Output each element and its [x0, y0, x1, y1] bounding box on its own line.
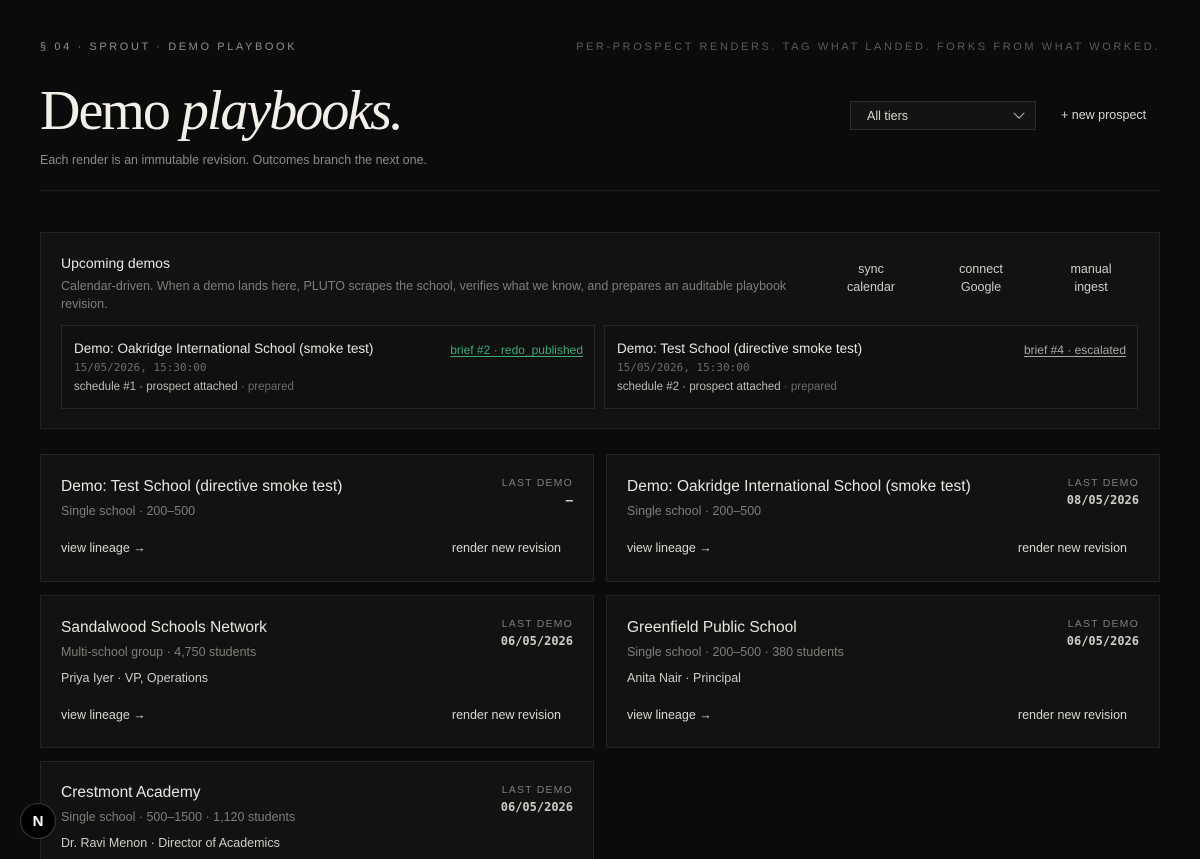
prospect-name: Demo: Test School (directive smoke test)	[61, 478, 343, 495]
last-demo: LAST DEMO –	[502, 477, 573, 507]
prospect-card: Demo: Test School (directive smoke test)…	[40, 454, 594, 582]
tier-filter-value: All tiers	[867, 108, 908, 123]
connect-google-button[interactable]: connect Google	[936, 260, 1026, 296]
demo-title: Demo: Oakridge International School (smo…	[74, 341, 374, 356]
manual-ingest-line2: ingest	[1074, 280, 1108, 294]
upcoming-demos-description: Calendar-driven. When a demo lands here,…	[61, 279, 787, 311]
last-demo: LAST DEMO 06/05/2026	[501, 784, 573, 814]
prospect-card: Demo: Oakridge International School (smo…	[606, 454, 1160, 582]
demo-status: · prepared	[780, 381, 837, 393]
last-demo-date: 08/05/2026	[1066, 493, 1139, 507]
prospect-subtitle: Multi-school group · 4,750 students	[61, 645, 257, 659]
last-demo-date: –	[565, 493, 573, 507]
render-new-revision-button[interactable]: render new revision	[1018, 541, 1127, 555]
chevron-down-icon	[1013, 107, 1025, 119]
last-demo-label: LAST DEMO	[501, 477, 573, 489]
prospect-name: Demo: Oakridge International School (smo…	[627, 478, 971, 495]
brief-link[interactable]: brief #2 · redo_published	[450, 343, 583, 357]
last-demo-date: 06/05/2026	[1066, 634, 1139, 648]
prospect-card: Crestmont Academy Single school · 500–15…	[40, 761, 594, 859]
demo-schedule: schedule #1 · prospect attached	[74, 381, 238, 393]
section-eyebrow: § 04 · SPROUT · DEMO PLAYBOOK	[40, 41, 298, 53]
prospect-name: Sandalwood Schools Network	[61, 619, 267, 636]
prospect-card: Sandalwood Schools Network Multi-school …	[40, 595, 594, 748]
view-lineage-link[interactable]: view lineage →	[627, 541, 712, 555]
prospect-contact: Priya Iyer · VP, Operations	[61, 671, 209, 685]
upcoming-demo-card: Demo: Oakridge International School (smo…	[61, 325, 595, 409]
upcoming-demos-title: Upcoming demos	[61, 255, 170, 271]
prospect-contact: Anita Nair · Principal	[627, 671, 741, 685]
last-demo-label: LAST DEMO	[501, 784, 573, 796]
prospect-name: Greenfield Public School	[627, 619, 797, 636]
upcoming-demos-panel: Upcoming demos Calendar-driven. When a d…	[40, 232, 1160, 429]
new-prospect-button[interactable]: + new prospect	[1061, 108, 1146, 122]
sync-calendar-line1: sync	[858, 262, 884, 276]
last-demo-label: LAST DEMO	[1067, 477, 1139, 489]
prospect-contact: Dr. Ravi Menon · Director of Academics	[61, 836, 280, 850]
page-title-italic: playbooks.	[180, 80, 404, 142]
demo-time: 15/05/2026, 15:30:00	[74, 361, 207, 374]
demo-meta: schedule #2 · prospect attached · prepar…	[617, 381, 837, 393]
brief-link[interactable]: brief #4 · escalated	[1024, 343, 1126, 357]
view-lineage-link[interactable]: view lineage →	[61, 541, 146, 555]
prospect-name: Crestmont Academy	[61, 784, 201, 801]
demo-status: · prepared	[237, 381, 294, 393]
upcoming-demo-card: Demo: Test School (directive smoke test)…	[604, 325, 1138, 409]
app-badge[interactable]: N	[20, 803, 56, 839]
demo-schedule: schedule #2 · prospect attached	[617, 381, 781, 393]
sync-calendar-line2: calendar	[847, 280, 895, 294]
demo-title: Demo: Test School (directive smoke test)	[617, 341, 863, 356]
last-demo-label: LAST DEMO	[501, 618, 573, 630]
page-title: Demo playbooks.	[40, 78, 404, 144]
prospect-subtitle: Single school · 200–500	[627, 504, 762, 518]
last-demo-date: 06/05/2026	[500, 800, 573, 814]
manual-ingest-line1: manual	[1070, 262, 1112, 276]
page-title-regular: Demo	[40, 80, 171, 142]
last-demo-label: LAST DEMO	[1067, 618, 1139, 630]
connect-google-line2: Google	[960, 280, 1002, 294]
last-demo: LAST DEMO 06/05/2026	[1067, 618, 1139, 648]
sync-calendar-button[interactable]: sync calendar	[826, 260, 916, 296]
prospect-subtitle: Single school · 200–500	[61, 504, 196, 518]
demo-meta: schedule #1 · prospect attached · prepar…	[74, 381, 294, 393]
manual-ingest-button[interactable]: manual ingest	[1046, 260, 1136, 296]
last-demo: LAST DEMO 06/05/2026	[501, 618, 573, 648]
header-divider	[40, 190, 1160, 191]
tier-filter-select[interactable]: All tiers	[850, 101, 1036, 130]
last-demo-date: 06/05/2026	[500, 634, 573, 648]
page-tagline: PER-PROSPECT RENDERS. TAG WHAT LANDED. F…	[576, 41, 1160, 53]
prospect-subtitle: Single school · 500–1500 · 1,120 student…	[61, 810, 296, 824]
page-subtitle: Each render is an immutable revision. Ou…	[40, 153, 428, 167]
connect-google-line1: connect	[959, 262, 1003, 276]
render-new-revision-button[interactable]: render new revision	[1018, 708, 1127, 722]
prospect-card: Greenfield Public School Single school ·…	[606, 595, 1160, 748]
render-new-revision-button[interactable]: render new revision	[452, 541, 561, 555]
demo-time: 15/05/2026, 15:30:00	[617, 361, 750, 374]
prospect-subtitle: Single school · 200–500 · 380 students	[627, 645, 844, 659]
view-lineage-link[interactable]: view lineage →	[627, 708, 712, 722]
last-demo: LAST DEMO 08/05/2026	[1067, 477, 1139, 507]
render-new-revision-button[interactable]: render new revision	[452, 708, 561, 722]
top-bar: § 04 · SPROUT · DEMO PLAYBOOK PER-PROSPE…	[40, 41, 1160, 55]
view-lineage-link[interactable]: view lineage →	[61, 708, 146, 722]
